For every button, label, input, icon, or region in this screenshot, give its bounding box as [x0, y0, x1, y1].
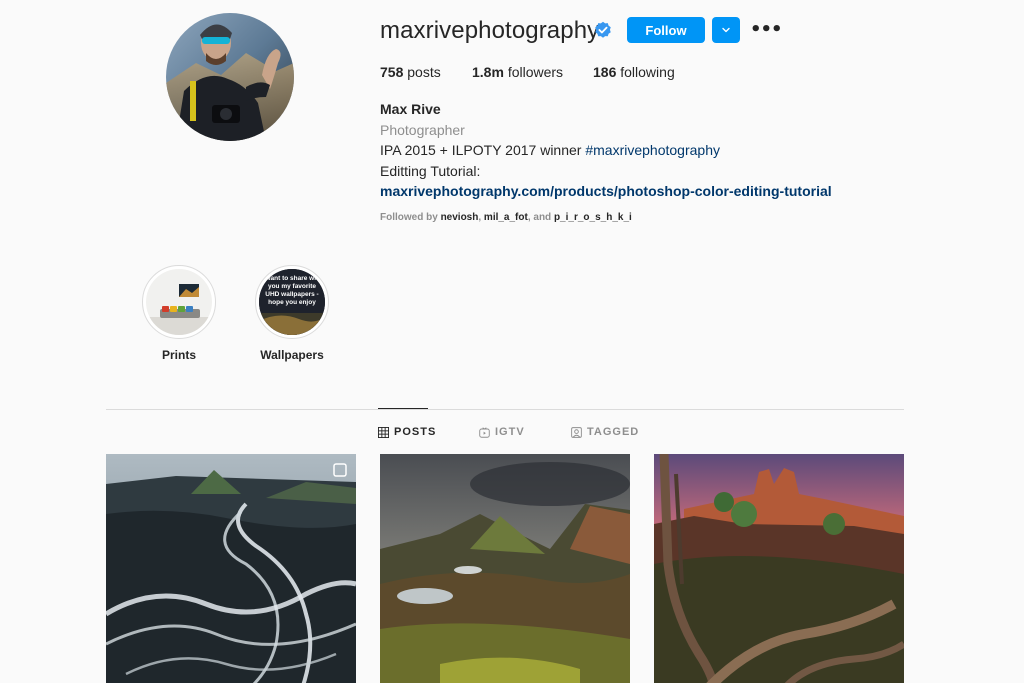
profile-avatar[interactable]	[166, 13, 294, 141]
followers-link[interactable]: 1.8m followers	[472, 64, 563, 80]
posts-stat: 758 posts	[380, 64, 441, 80]
post-image	[106, 454, 356, 683]
profile-category: Photographer	[380, 121, 465, 138]
bio-line-awards: IPA 2015 + ILPOTY 2017 winner #maxriveph…	[380, 140, 832, 161]
tabs-divider	[106, 409, 904, 410]
highlight-label: Prints	[161, 348, 196, 362]
avatar-image	[166, 13, 294, 141]
tab-label: IGTV	[495, 426, 525, 438]
bio-website-link[interactable]: maxrivephotography.com/products/photosho…	[380, 183, 832, 199]
highlight-label: Wallpapers	[260, 348, 324, 362]
bio-awards-text: IPA 2015 + ILPOTY 2017 winner	[380, 142, 586, 158]
followed-by-prefix: Followed by	[380, 212, 441, 223]
followed-by-user: p_i_r_o_s_h_k_i	[553, 212, 632, 223]
highlight-ring: I want to share with you my favorite UHD…	[255, 265, 329, 339]
follow-button[interactable]: Follow	[627, 17, 705, 43]
highlight-cover-text: I want to share with you my favorite UHD…	[261, 275, 323, 306]
followers-label: followers	[507, 64, 564, 80]
posts-count: 758	[380, 64, 404, 80]
tab-label: POSTS	[394, 426, 437, 438]
post-image	[654, 454, 904, 683]
profile-bio: Max Rive Photographer IPA 2015 + ILPOTY …	[380, 99, 832, 202]
more-options-button[interactable]: •••	[750, 17, 783, 43]
tab-posts[interactable]: POSTS	[378, 426, 436, 438]
highlight-cover: I want to share with you my favorite UHD…	[259, 269, 325, 335]
tab-tagged[interactable]: TAGGED	[571, 426, 639, 438]
bio-hashtag-link[interactable]: #maxrivephotography	[585, 142, 720, 158]
chevron-down-icon	[722, 27, 730, 33]
tab-label: TAGGED	[587, 426, 640, 438]
tab-igtv[interactable]: IGTV	[479, 426, 525, 438]
profile-full-name: Max Rive	[380, 101, 441, 117]
igtv-icon	[479, 426, 490, 438]
followers-count: 1.8m	[472, 64, 504, 80]
tagged-icon	[571, 426, 582, 438]
post-image	[380, 454, 630, 683]
suggested-accounts-button[interactable]	[712, 17, 740, 43]
bio-line-tutorial: Editting Tutorial:	[380, 162, 481, 179]
post-thumbnail[interactable]	[380, 454, 630, 683]
active-tab-indicator	[378, 408, 428, 409]
more-options-icon: •••	[750, 19, 783, 40]
followed-by[interactable]: Followed by neviosh, mil_a_fot, and p_i_…	[380, 212, 632, 223]
followed-by-separator: , and	[527, 212, 554, 223]
followed-by-user: mil_a_fot	[483, 212, 528, 223]
highlight-wallpapers[interactable]: I want to share with you my favorite UHD…	[255, 265, 329, 362]
profile-username: maxrivephotography	[380, 17, 600, 44]
verified-badge-icon	[595, 21, 611, 38]
post-thumbnail[interactable]	[106, 454, 356, 683]
following-count: 186	[593, 64, 617, 80]
highlight-cover	[146, 269, 212, 335]
grid-icon	[378, 426, 389, 438]
post-thumbnail[interactable]	[654, 454, 904, 683]
posts-label: posts	[407, 64, 441, 80]
following-link[interactable]: 186 following	[593, 64, 675, 80]
highlight-ring	[142, 265, 216, 339]
highlight-prints[interactable]: Prints	[142, 265, 216, 362]
following-label: following	[620, 64, 675, 80]
followed-by-user: neviosh	[440, 212, 479, 223]
